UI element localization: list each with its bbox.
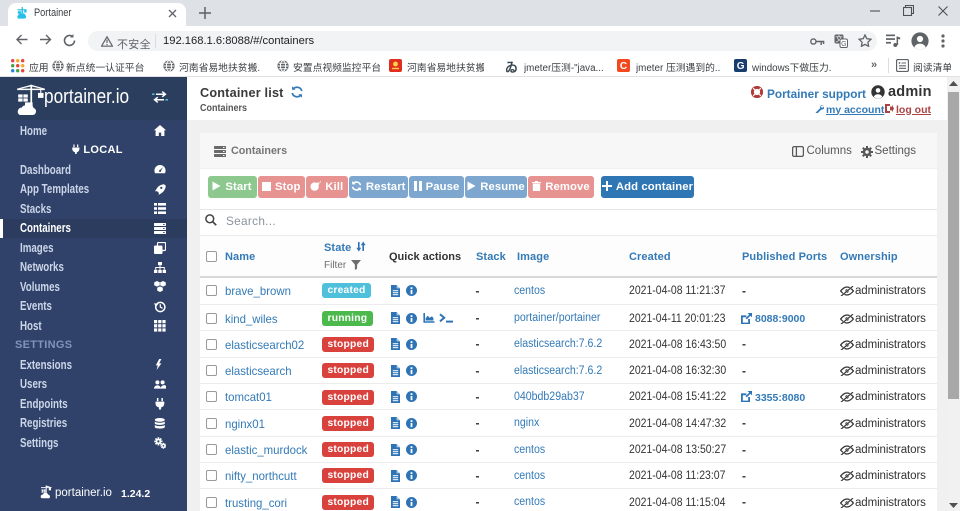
svg-text:C: C <box>620 61 627 72</box>
svg-text:G: G <box>737 61 745 72</box>
svg-text:G: G <box>841 41 846 48</box>
